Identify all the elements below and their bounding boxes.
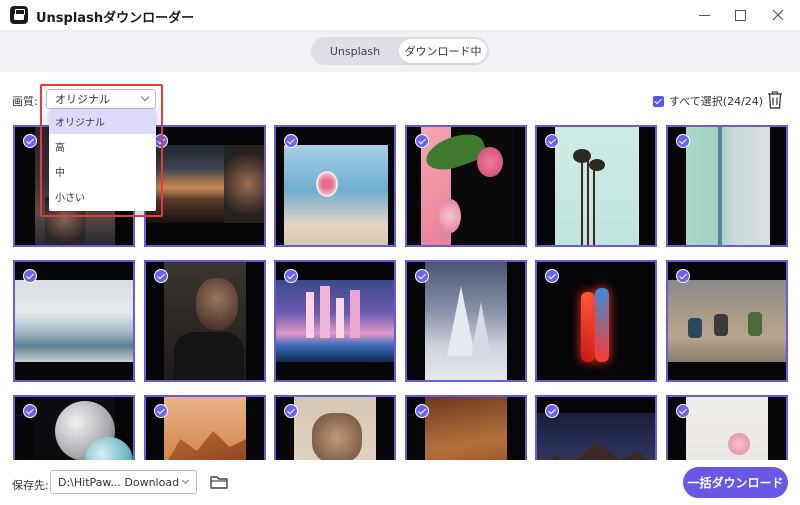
save-location-label: 保存先: [12,479,49,492]
select-all-toggle[interactable]: すべて選択(24/24) [653,93,763,109]
chevron-down-icon [140,92,150,102]
quality-label: 画質: [12,95,38,108]
photo-tile[interactable] [13,395,135,460]
photo-tile[interactable] [144,395,266,460]
save-path-select[interactable]: D:\HitPaw... Download [50,470,197,494]
check-icon[interactable] [23,404,37,418]
chevron-down-icon [181,476,190,485]
quality-option-original[interactable]: オリジナル [49,109,156,134]
minimize-icon[interactable] [692,4,716,26]
photo-tile[interactable] [274,260,396,382]
photo-tile[interactable] [666,395,788,460]
maximize-icon[interactable] [728,4,752,26]
check-icon[interactable] [415,269,429,283]
header-strip: Unsplash ダウンロード中 [0,30,800,72]
quality-option-medium[interactable]: 中 [49,159,156,184]
check-icon[interactable] [415,134,429,148]
trash-icon[interactable] [766,90,784,110]
tab-downloading[interactable]: ダウンロード中 [399,39,487,63]
save-path-value: D:\HitPaw... Download [58,475,180,489]
photo-tile[interactable] [274,395,396,460]
check-icon[interactable] [545,404,559,418]
check-icon[interactable] [284,269,298,283]
photo-tile[interactable] [535,125,657,247]
check-icon[interactable] [23,269,37,283]
close-icon[interactable] [766,4,790,26]
title-bar: Unsplashダウンローダー [0,0,800,30]
quality-option-small[interactable]: 小さい [49,184,156,209]
photo-tile[interactable] [144,260,266,382]
check-icon[interactable] [676,134,690,148]
app-window: Unsplashダウンローダー Unsplash ダウンロード中 画質: オリジ… [0,0,800,505]
tab-switcher: Unsplash ダウンロード中 [311,37,489,65]
check-icon[interactable] [154,269,168,283]
check-icon[interactable] [284,134,298,148]
check-icon[interactable] [154,134,168,148]
photo-tile[interactable] [666,260,788,382]
check-icon[interactable] [545,134,559,148]
check-icon[interactable] [676,269,690,283]
photo-tile[interactable] [405,125,527,247]
photo-tile[interactable] [13,260,135,382]
photo-tile[interactable] [535,260,657,382]
photo-tile[interactable] [405,395,527,460]
folder-icon[interactable] [209,473,229,491]
photo-tile[interactable] [144,125,266,247]
app-title: Unsplashダウンローダー [36,11,195,26]
select-all-label: すべて選択(24/24) [669,95,764,108]
download-all-button[interactable]: 一括ダウンロード [683,467,788,498]
tab-unsplash[interactable]: Unsplash [311,37,399,65]
quality-dropdown-menu: オリジナル 高 中 小さい [49,109,156,211]
check-icon[interactable] [284,404,298,418]
check-icon[interactable] [154,404,168,418]
check-icon[interactable] [676,404,690,418]
quality-select-value: オリジナル [55,93,110,106]
photo-tile[interactable] [535,395,657,460]
check-icon[interactable] [23,134,37,148]
check-icon[interactable] [545,269,559,283]
check-icon[interactable] [415,404,429,418]
select-all-checkbox[interactable] [653,95,664,107]
quality-option-high[interactable]: 高 [49,134,156,159]
photo-tile[interactable] [666,125,788,247]
photo-tile[interactable] [405,260,527,382]
photo-tile[interactable] [274,125,396,247]
app-logo-icon [10,6,28,24]
quality-select[interactable]: オリジナル [46,89,156,109]
